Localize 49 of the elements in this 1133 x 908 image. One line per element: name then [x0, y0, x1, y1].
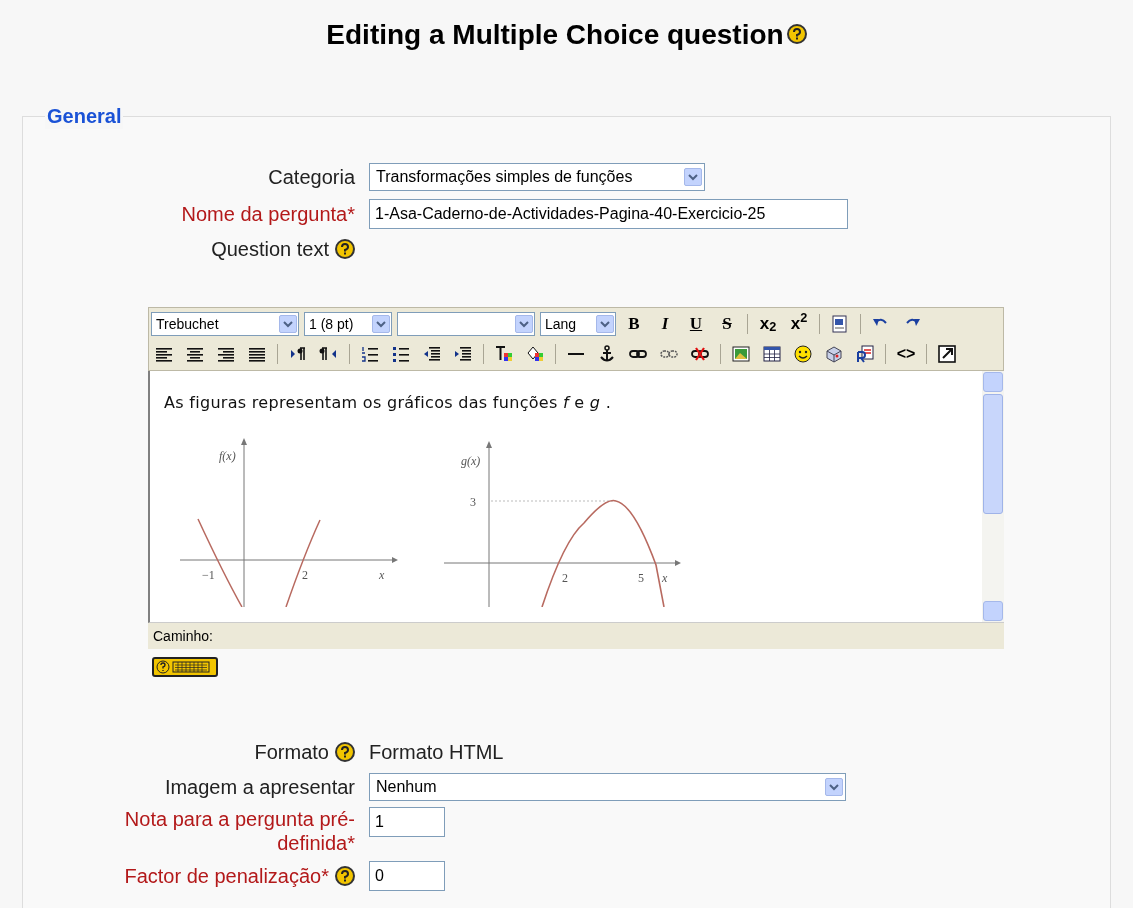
field-label: Nome da pergunta* [181, 202, 355, 226]
text-field[interactable]: 0 [369, 861, 445, 891]
scrollbar[interactable] [982, 371, 1004, 622]
help-icon[interactable] [335, 742, 355, 762]
toolbar-select[interactable]: 1 (8 pt) [304, 312, 392, 336]
fullscreen-icon[interactable] [937, 344, 957, 364]
underline-button[interactable]: U [683, 312, 709, 336]
field-label: Question text [211, 237, 329, 261]
indent-icon[interactable] [453, 344, 473, 364]
field-value: Formato HTML [369, 740, 504, 765]
field-label: Categoria [268, 165, 355, 189]
help-icon[interactable] [335, 239, 355, 259]
help-icon[interactable] [786, 24, 807, 44]
anchor-icon[interactable] [597, 344, 617, 364]
script-button[interactable]: x$^{2}$ [786, 312, 812, 336]
toolbar-select[interactable] [397, 312, 535, 336]
function-graph-drawing: g(x) 3 2 5 x [434, 435, 694, 607]
text-field[interactable]: 1 [369, 807, 445, 837]
special-character-icon[interactable] [824, 344, 844, 364]
bold-button[interactable]: B [621, 312, 647, 336]
select-field[interactable]: Transformações simples de funções [369, 163, 705, 191]
field-label: Factor de penalização* [124, 864, 329, 888]
keyboard-help-icon[interactable] [152, 657, 218, 677]
field-label: Nota para a pergunta pré-definida* [123, 807, 355, 855]
page-title: Editing a Multiple Choice question [326, 18, 784, 52]
text-field[interactable]: 1-Asa-Caderno-de-Actividades-Pagina-40-Exercicio-25 [369, 199, 848, 229]
html-source-button[interactable]: <> [893, 342, 919, 366]
question-text: As figuras representam os gráficos das funções f e g . [164, 392, 613, 414]
toolbar-select[interactable]: Lang [540, 312, 616, 336]
image-icon[interactable] [731, 344, 751, 364]
toolbar-select[interactable]: Trebuchet [151, 312, 299, 336]
function-graph-drawing: f(x) −1 2 x [164, 435, 404, 607]
word-paste-icon[interactable] [830, 314, 850, 334]
strikethrough-button[interactable]: S [714, 312, 740, 336]
numbered-list-icon[interactable] [360, 344, 380, 364]
field-label: Imagem a apresentar [164, 775, 355, 799]
bullet-list-icon[interactable] [391, 344, 411, 364]
select-field[interactable]: Nenhum [369, 773, 846, 801]
smiley-icon[interactable] [793, 344, 813, 364]
script-button[interactable]: x$_{2}$ [755, 312, 781, 336]
table-icon[interactable] [762, 344, 782, 364]
field-label: Formato [254, 740, 329, 764]
background-color-icon[interactable] [525, 344, 545, 364]
path-label: Caminho: [153, 626, 213, 646]
outdent-icon[interactable] [422, 344, 442, 364]
help-icon[interactable] [335, 866, 355, 886]
search-replace-icon[interactable] [855, 344, 875, 364]
italic-button[interactable]: I [652, 312, 678, 336]
text-color-icon[interactable] [494, 344, 514, 364]
